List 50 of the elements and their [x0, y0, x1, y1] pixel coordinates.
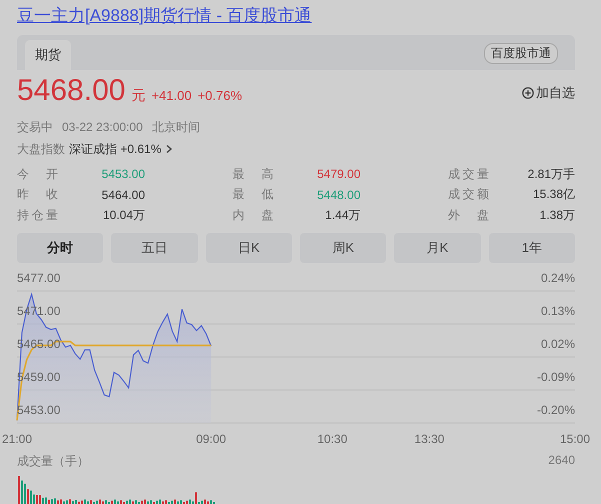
stat-value: 5479.00 [317, 167, 360, 182]
price-change: +41.00 [151, 88, 192, 103]
price: 5468.00 [17, 74, 126, 108]
stat-label: 今 开 [17, 166, 58, 183]
price-change-percent: +0.76% [198, 88, 242, 103]
period-tab[interactable]: 月K [394, 232, 481, 262]
source-badge: 百度股市通 [484, 43, 558, 64]
stat-label: 最 高 [232, 166, 274, 183]
stat-label: 内 盘 [232, 206, 274, 224]
period-tab[interactable]: 周K [300, 232, 386, 262]
index-label: 大盘指数 [17, 140, 65, 158]
add-watchlist-button[interactable]: 加自选 [522, 84, 575, 102]
page-title-link[interactable]: 豆一主力[A9888]期货行情 - 百度股市通 [17, 4, 312, 28]
x-axis-label: 10:30 [317, 432, 348, 446]
period-tab[interactable]: 1年 [488, 232, 575, 262]
stat-value: 15.38亿 [532, 186, 575, 204]
stat-label: 昨 收 [17, 186, 58, 204]
stat-value: 5448.00 [317, 188, 360, 202]
timezone: 北京时间 [152, 118, 200, 136]
volume-max: 2640 [548, 452, 575, 468]
category-tab[interactable]: 期货 [25, 40, 71, 70]
stat-value: 2.81万手 [528, 166, 575, 183]
stat-label: 最 低 [232, 186, 274, 204]
stat-value: 1.38万 [540, 206, 575, 224]
x-axis-label: 15:00 [560, 432, 590, 446]
percent-axis-label: 0.24% [540, 270, 575, 284]
index-link[interactable]: 深证成指 +0.61% [69, 140, 162, 158]
stat-value: 5453.00 [102, 167, 145, 182]
percent-axis-label: 0.02% [540, 336, 575, 350]
stat-label: 成交量 [448, 166, 489, 183]
stat-label: 持仓量 [17, 206, 58, 224]
period-tab[interactable]: 分时 [17, 232, 104, 262]
trading-status: 交易中 [17, 118, 53, 136]
stat-value: 1.44万 [325, 206, 360, 224]
x-axis-label: 21:00 [2, 432, 32, 446]
timestamp: 03-22 23:00:00 [62, 120, 143, 134]
x-axis-label: 09:00 [196, 432, 226, 446]
price-unit: 元 [131, 87, 146, 105]
percent-axis-label: -0.20% [536, 402, 575, 416]
stat-label: 外 盘 [448, 206, 489, 224]
stat-label: 成交额 [448, 186, 489, 204]
period-tab[interactable]: 五日 [111, 232, 198, 262]
stat-value: 10.04万 [102, 206, 145, 224]
y-axis-label: 5477.00 [17, 270, 60, 284]
percent-axis-label: 0.13% [540, 304, 575, 318]
x-axis-label: 13:30 [414, 432, 444, 446]
volume-label: 成交量（手） [17, 452, 89, 470]
percent-axis-label: -0.09% [536, 370, 575, 384]
stat-value: 5464.00 [102, 188, 145, 202]
period-tab[interactable]: 日K [206, 232, 292, 262]
